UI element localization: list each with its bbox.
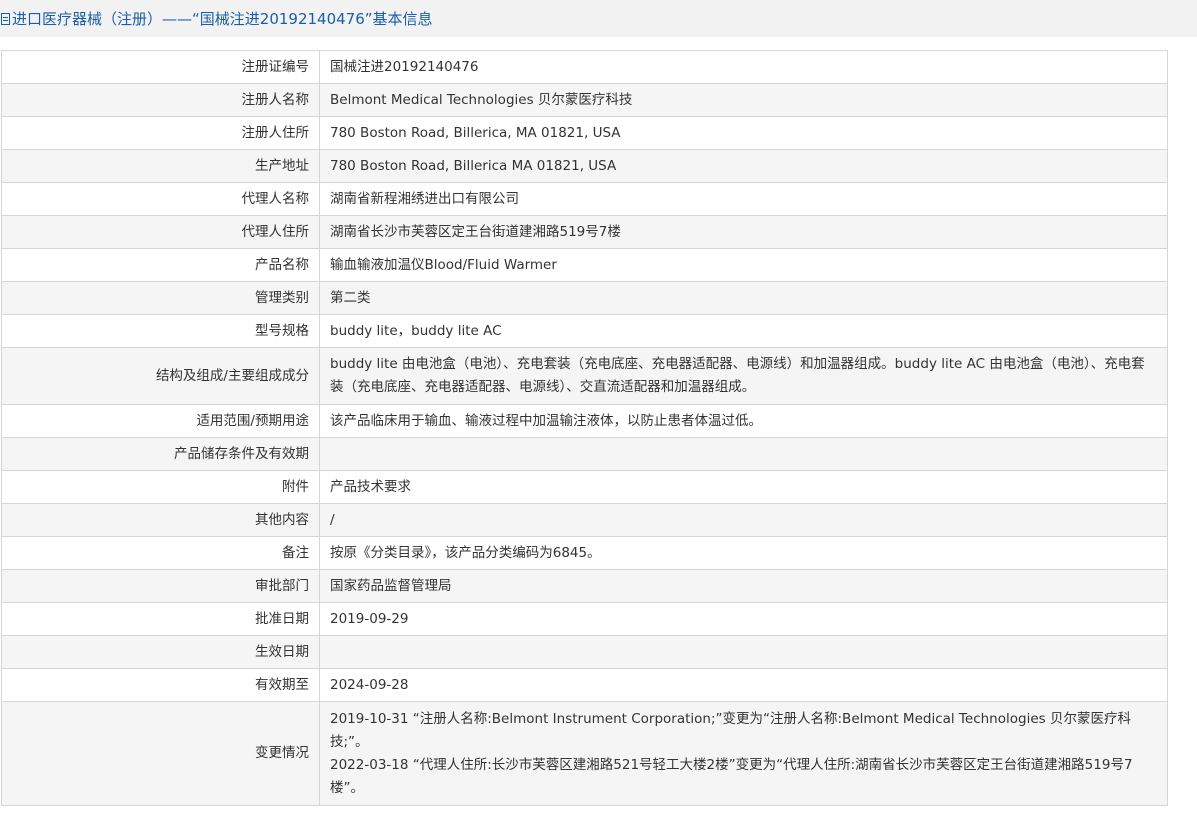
row-value-approval-date: 2019-09-29 [319, 602, 1168, 636]
table-row: 结构及组成/主要组成成分 buddy lite 由电池盒（电池）、充电套装（充电… [1, 347, 1168, 405]
table-row: 代理人名称 湖南省新程湘绣进出口有限公司 [1, 182, 1168, 216]
row-value-intended-use: 该产品临床用于输血、输液过程中加温输注液体，以防止患者体温过低。 [319, 404, 1168, 438]
change-entry: 2019-10-31 “注册人名称:Belmont Instrument Cor… [330, 710, 1131, 750]
row-value-management-category: 第二类 [319, 281, 1168, 315]
row-value-model-spec: buddy lite，buddy lite AC [319, 314, 1168, 348]
table-row: 备注 按原《分类目录》，该产品分类编码为6845。 [1, 536, 1168, 570]
row-value-registrant-name: Belmont Medical Technologies 贝尔蒙医疗科技 [319, 83, 1168, 117]
table-row: 注册证编号 国械注进20192140476 [1, 50, 1168, 84]
table-row: 附件 产品技术要求 [1, 470, 1168, 504]
table-row: 代理人住所 湖南省长沙市芙蓉区定王台街道建湘路519号7楼 [1, 215, 1168, 249]
table-row: 注册人名称 Belmont Medical Technologies 贝尔蒙医疗… [1, 83, 1168, 117]
document-icon [1, 12, 10, 25]
page: 进口医疗器械（注册）——“国械注进20192140476”基本信息 注册证编号 … [0, 0, 1197, 821]
row-label-other-content: 其他内容 [1, 503, 320, 537]
info-table-wrapper: 注册证编号 国械注进20192140476 注册人名称 Belmont Medi… [1, 50, 1168, 806]
table-row: 批准日期 2019-09-29 [1, 602, 1168, 636]
row-label-approval-date: 批准日期 [1, 602, 320, 636]
change-entry: 2022-03-18 “代理人住所:长沙市芙蓉区建湘路521号轻工大楼2楼”变更… [330, 756, 1133, 796]
table-row: 产品储存条件及有效期 [1, 437, 1168, 471]
row-label-registrant-address: 注册人住所 [1, 116, 320, 150]
row-value-product-name: 输血输液加温仪Blood/Fluid Warmer [319, 248, 1168, 282]
row-label-management-category: 管理类别 [1, 281, 320, 315]
row-label-registrant-name: 注册人名称 [1, 83, 320, 117]
row-label-storage-validity: 产品储存条件及有效期 [1, 437, 320, 471]
table-row: 审批部门 国家药品监督管理局 [1, 569, 1168, 603]
row-value-other-content: / [319, 503, 1168, 537]
table-row: 型号规格 buddy lite，buddy lite AC [1, 314, 1168, 348]
table-row: 其他内容 / [1, 503, 1168, 537]
row-value-registration-number: 国械注进20192140476 [319, 50, 1168, 84]
row-label-changes: 变更情况 [1, 701, 320, 806]
row-label-registration-number: 注册证编号 [1, 50, 320, 84]
table-row: 变更情况 2019-10-31 “注册人名称:Belmont Instrumen… [1, 701, 1168, 806]
info-table: 注册证编号 国械注进20192140476 注册人名称 Belmont Medi… [1, 50, 1168, 806]
table-row: 注册人住所 780 Boston Road, Billerica, MA 018… [1, 116, 1168, 150]
row-label-model-spec: 型号规格 [1, 314, 320, 348]
row-label-production-address: 生产地址 [1, 149, 320, 183]
row-value-structure-composition: buddy lite 由电池盒（电池）、充电套装（充电底座、充电器适配器、电源线… [319, 347, 1168, 405]
row-value-remarks: 按原《分类目录》，该产品分类编码为6845。 [319, 536, 1168, 570]
row-value-effective-date [319, 635, 1168, 669]
table-row: 产品名称 输血输液加温仪Blood/Fluid Warmer [1, 248, 1168, 282]
row-label-product-name: 产品名称 [1, 248, 320, 282]
row-label-agent-name: 代理人名称 [1, 182, 320, 216]
row-value-agent-name: 湖南省新程湘绣进出口有限公司 [319, 182, 1168, 216]
row-label-approval-department: 审批部门 [1, 569, 320, 603]
table-row: 适用范围/预期用途 该产品临床用于输血、输液过程中加温输注液体，以防止患者体温过… [1, 404, 1168, 438]
page-title: 进口医疗器械（注册）——“国械注进20192140476”基本信息 [12, 10, 433, 28]
table-row: 生产地址 780 Boston Road, Billerica MA 01821… [1, 149, 1168, 183]
row-label-attachment: 附件 [1, 470, 320, 504]
row-label-intended-use: 适用范围/预期用途 [1, 404, 320, 438]
row-label-agent-address: 代理人住所 [1, 215, 320, 249]
table-row: 有效期至 2024-09-28 [1, 668, 1168, 702]
table-row: 管理类别 第二类 [1, 281, 1168, 315]
row-value-approval-department: 国家药品监督管理局 [319, 569, 1168, 603]
row-value-agent-address: 湖南省长沙市芙蓉区定王台街道建湘路519号7楼 [319, 215, 1168, 249]
page-header: 进口医疗器械（注册）——“国械注进20192140476”基本信息 [0, 0, 1197, 37]
row-value-changes: 2019-10-31 “注册人名称:Belmont Instrument Cor… [319, 701, 1168, 806]
row-value-storage-validity [319, 437, 1168, 471]
row-label-remarks: 备注 [1, 536, 320, 570]
row-value-valid-until: 2024-09-28 [319, 668, 1168, 702]
row-value-registrant-address: 780 Boston Road, Billerica, MA 01821, US… [319, 116, 1168, 150]
row-label-effective-date: 生效日期 [1, 635, 320, 669]
row-label-structure-composition: 结构及组成/主要组成成分 [1, 347, 320, 405]
row-value-production-address: 780 Boston Road, Billerica MA 01821, USA [319, 149, 1168, 183]
row-label-valid-until: 有效期至 [1, 668, 320, 702]
row-value-attachment: 产品技术要求 [319, 470, 1168, 504]
table-row: 生效日期 [1, 635, 1168, 669]
